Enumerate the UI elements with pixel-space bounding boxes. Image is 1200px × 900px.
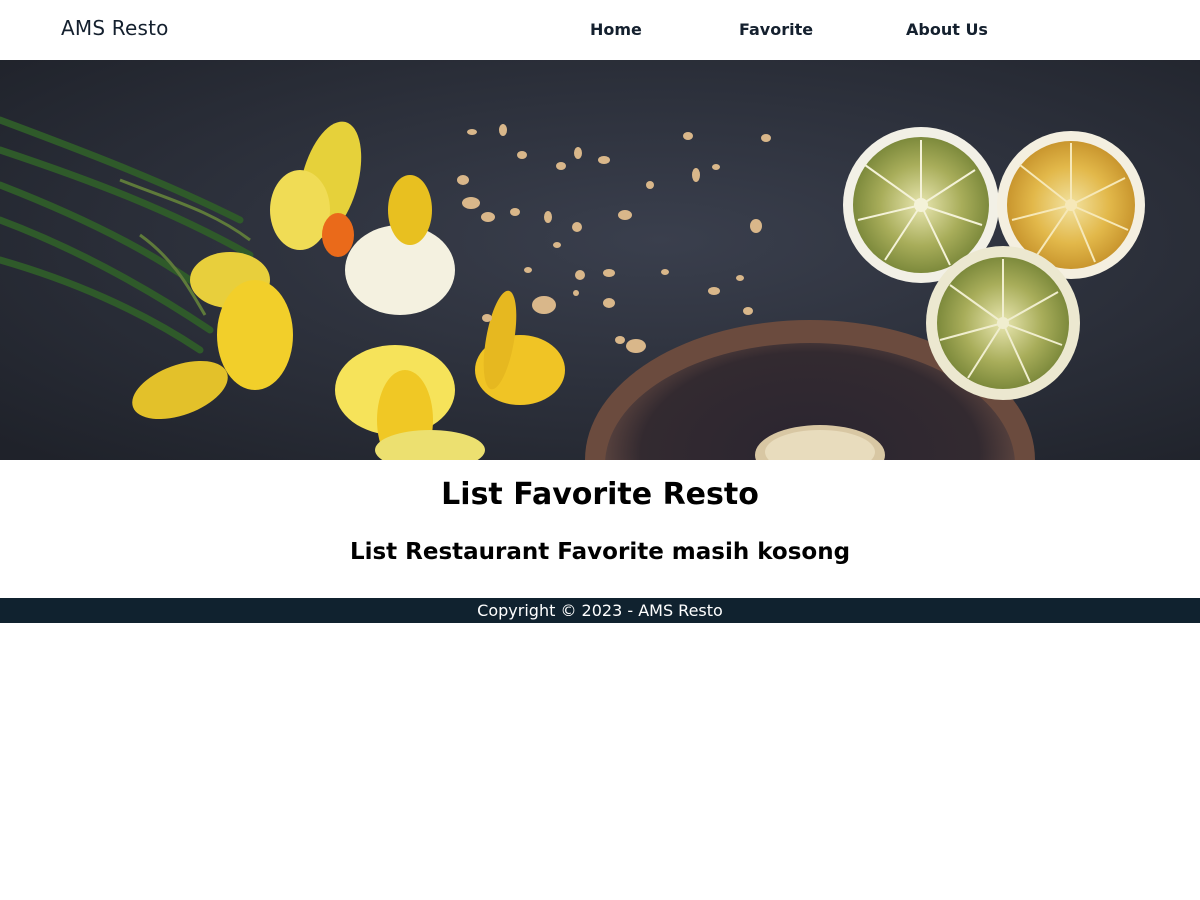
brand-logo-link[interactable]: AMS Resto [61, 16, 169, 40]
footer: Copyright © 2023 - AMS Resto [0, 598, 1200, 623]
navbar: AMS Resto Home Favorite About Us [0, 0, 1200, 60]
nav-link-home[interactable]: Home [590, 20, 642, 39]
hero-photo-illustration [0, 60, 1200, 460]
footer-copyright: Copyright © 2023 - AMS Resto [477, 601, 723, 620]
hero-image [0, 60, 1200, 460]
page-title: List Favorite Resto [441, 477, 759, 512]
nav-link-favorite[interactable]: Favorite [739, 20, 813, 39]
empty-favorites-message: List Restaurant Favorite masih kosong [349, 539, 851, 565]
nav-link-about-us[interactable]: About Us [906, 20, 988, 39]
